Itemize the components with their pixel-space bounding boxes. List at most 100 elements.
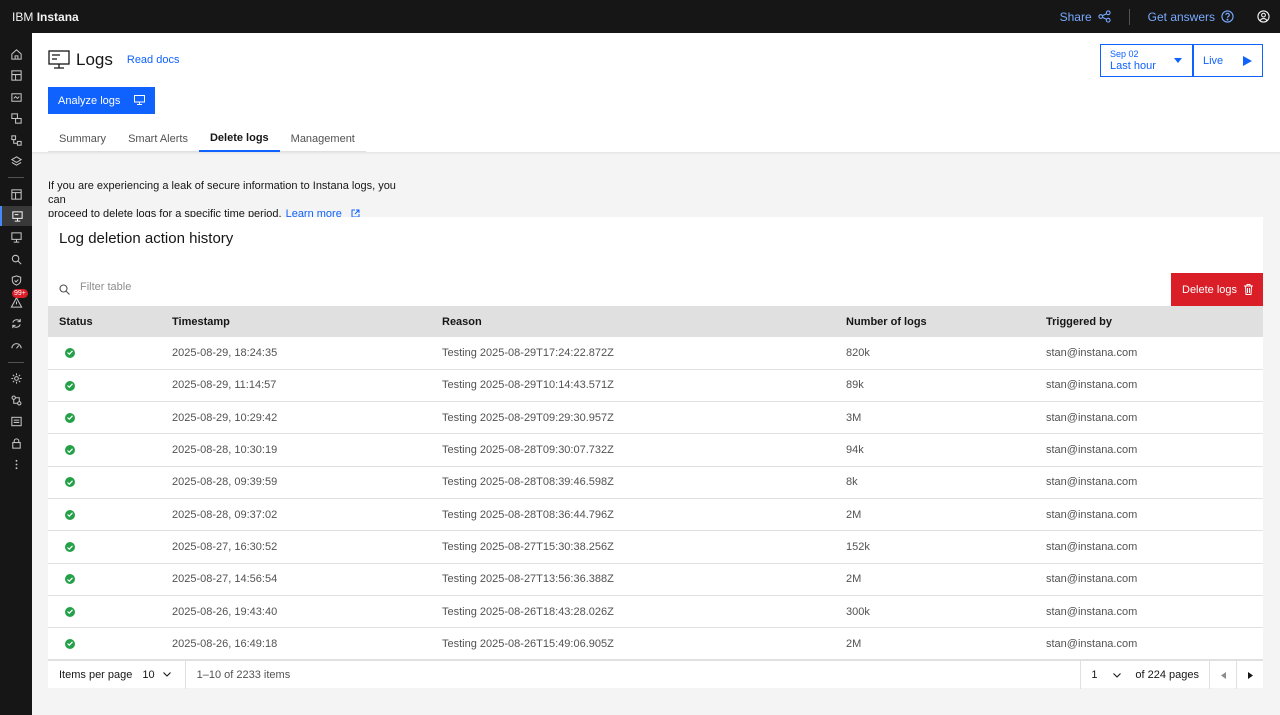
timestamp-cell: 2025-08-28, 10:30:19 [161,433,431,467]
triggered-by-cell: stan@instana.com [1035,466,1263,499]
reason-cell: Testing 2025-08-29T09:29:30.957Z [431,401,835,435]
column-header-timestamp[interactable]: Timestamp [161,306,431,337]
tab-management[interactable]: Management [280,126,366,152]
status-cell [48,627,161,661]
column-header-status[interactable]: Status [48,306,161,337]
success-check-icon [65,445,75,456]
number-of-logs-cell: 152k [835,530,1035,564]
timeframe-picker[interactable]: Sep 02 Last hour [1100,44,1193,77]
total-pages: of 224 pages [1135,669,1199,681]
table-body: 2025-08-29, 18:24:35 Testing 2025-08-29T1… [48,337,1263,661]
reason-cell: Testing 2025-08-29T10:14:43.571Z [431,369,835,403]
filter-input[interactable] [80,281,380,293]
timestamp-cell: 2025-08-29, 10:29:42 [161,401,431,435]
status-cell [48,369,161,403]
home-icon[interactable] [0,44,32,64]
status-cell [48,530,161,564]
top-divider [1128,8,1130,25]
success-check-icon [65,412,75,423]
table-row[interactable]: 2025-08-27, 16:30:52 Testing 2025-08-27T1… [48,530,1263,564]
column-header-triggered-by[interactable]: Triggered by [1035,306,1263,337]
status-cell [48,498,161,532]
applications-icon[interactable] [0,87,32,107]
automation-icon[interactable] [0,313,32,333]
number-of-logs-cell: 820k [835,337,1035,370]
more-icon[interactable] [0,454,32,474]
timestamp-cell: 2025-08-26, 16:49:18 [161,627,431,661]
tab-summary[interactable]: Summary [48,126,117,152]
timestamp-cell: 2025-08-27, 16:30:52 [161,530,431,564]
triggered-by-cell: stan@instana.com [1035,530,1263,564]
table-row[interactable]: 2025-08-29, 10:29:42 Testing 2025-08-29T0… [48,401,1263,435]
layers-icon[interactable] [0,151,32,171]
success-check-icon [65,347,75,358]
deletion-history-card: Log deletion action history Delete logs … [48,217,1263,689]
integrations-icon[interactable] [0,390,32,410]
read-docs-link[interactable]: Read docs [127,54,180,66]
gauge-icon[interactable] [0,335,32,355]
user-avatar-button[interactable] [1246,10,1280,23]
reason-cell: Testing 2025-08-27T15:30:38.256Z [431,530,835,564]
previous-page-button[interactable] [1209,661,1236,689]
platforms-icon[interactable] [0,130,32,150]
number-of-logs-cell: 2M [835,563,1035,596]
table-row[interactable]: 2025-08-29, 11:14:57 Testing 2025-08-29T1… [48,369,1263,403]
analyze-logs-button[interactable]: Analyze logs [48,87,155,114]
infrastructure-icon[interactable] [0,65,32,85]
reports-icon[interactable] [0,411,32,431]
page-header: Logs Read docs Analyze logs Sep 02 Last … [32,33,1280,152]
analytics-icon[interactable] [0,227,32,247]
number-of-logs-cell: 3M [835,401,1035,435]
share-button[interactable]: Share [1060,10,1111,24]
reason-cell: Testing 2025-08-26T15:49:06.905Z [431,627,835,661]
websites-icon[interactable] [0,108,32,128]
triggered-by-cell: stan@instana.com [1035,498,1263,532]
column-header-number-of-logs[interactable]: Number of logs [835,306,1035,337]
live-button[interactable]: Live [1193,44,1263,77]
caret-left-icon [1220,671,1226,679]
search-icon [59,284,70,295]
timestamp-cell: 2025-08-27, 14:56:54 [161,563,431,596]
lock-icon[interactable] [0,433,32,453]
deletion-history-table: Status Timestamp Reason Number of logs T… [48,306,1263,661]
table-row[interactable]: 2025-08-29, 18:24:35 Testing 2025-08-29T1… [48,337,1263,370]
alerts-icon[interactable]: 99+ [0,289,32,312]
success-check-icon [65,542,75,553]
status-cell [48,595,161,629]
table-row[interactable]: 2025-08-27, 14:56:54 Testing 2025-08-27T1… [48,563,1263,596]
reason-cell: Testing 2025-08-28T08:36:44.796Z [431,498,835,532]
status-cell [48,466,161,499]
next-page-button[interactable] [1236,661,1263,689]
status-cell [48,401,161,435]
card-title: Log deletion action history [59,230,234,247]
table-row[interactable]: 2025-08-26, 19:43:40 Testing 2025-08-26T1… [48,595,1263,629]
brand[interactable]: IBM Instana [0,10,79,24]
items-per-page-select[interactable]: 10 [142,669,171,681]
tab-smart-alerts[interactable]: Smart Alerts [117,126,199,152]
logs-icon[interactable] [0,206,32,226]
timeframe-range: Last hour [1110,60,1156,72]
status-cell [48,337,161,370]
success-check-icon [65,509,75,520]
table-row[interactable]: 2025-08-28, 10:30:19 Testing 2025-08-28T0… [48,433,1263,467]
triggered-by-cell: stan@instana.com [1035,627,1263,661]
table-row[interactable]: 2025-08-28, 09:37:02 Testing 2025-08-28T0… [48,498,1263,532]
timestamp-cell: 2025-08-28, 09:37:02 [161,498,431,532]
status-cell [48,433,161,467]
number-of-logs-cell: 2M [835,627,1035,661]
delete-logs-button[interactable]: Delete logs [1171,273,1263,306]
security-icon[interactable] [0,270,32,290]
success-check-icon [65,477,75,488]
share-icon [1098,10,1111,23]
dashboards-icon[interactable] [0,184,32,204]
table-row[interactable]: 2025-08-28, 09:39:59 Testing 2025-08-28T0… [48,466,1263,499]
settings-icon[interactable] [0,368,32,388]
page-select[interactable]: 1 [1081,661,1131,689]
search-icon[interactable] [0,249,32,269]
column-header-reason[interactable]: Reason [431,306,835,337]
triggered-by-cell: stan@instana.com [1035,595,1263,629]
logs-page-icon [48,50,70,69]
get-answers-button[interactable]: Get answers [1148,10,1234,24]
tab-delete-logs[interactable]: Delete logs [198,126,280,152]
table-row[interactable]: 2025-08-26, 16:49:18 Testing 2025-08-26T1… [48,627,1263,661]
